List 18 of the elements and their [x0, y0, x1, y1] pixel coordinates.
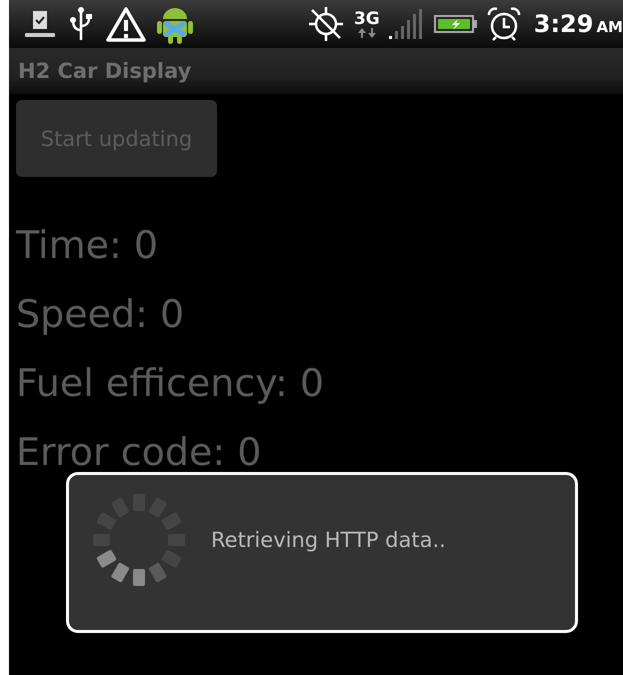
battery-charging-icon [434, 13, 478, 35]
reading-label: Speed: 0 [16, 291, 186, 338]
network-type-label: 3G [354, 10, 380, 28]
clock-meridiem: AM [596, 18, 623, 36]
reading-label: Error code: 0 [16, 429, 262, 476]
progress-message: Retrieving HTTP data.. [211, 528, 446, 552]
download-done-icon [23, 9, 57, 39]
clock-time: 3:29 [534, 10, 594, 38]
data-arrows-icon [356, 28, 377, 38]
gps-off-icon [306, 5, 345, 43]
alarm-clock-icon [486, 7, 521, 41]
app-title: H2 Car Display [18, 59, 192, 83]
reading-label: Time: 0 [16, 222, 160, 269]
warning-icon [105, 6, 147, 42]
signal-icon [388, 8, 425, 40]
reading-label: Fuel efficency: 0 [16, 360, 324, 407]
loading-spinner-icon [91, 492, 187, 588]
usb-icon [67, 6, 95, 42]
